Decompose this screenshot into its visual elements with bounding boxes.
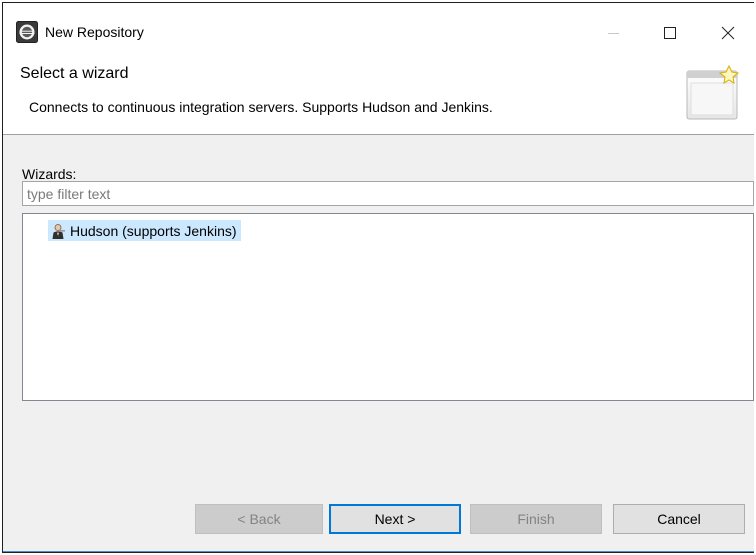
filter-input[interactable] [22, 181, 754, 206]
tree-item-label: Hudson (supports Jenkins) [70, 222, 237, 239]
wizard-banner-icon [686, 64, 740, 120]
hudson-butler-icon [52, 223, 65, 239]
next-button[interactable]: Next > [329, 504, 461, 534]
tree-item-hudson[interactable]: Hudson (supports Jenkins) [48, 220, 241, 241]
new-repository-dialog: New Repository Select a wizard Connects … [2, 2, 754, 553]
window-bottom-border [3, 551, 754, 552]
close-icon [721, 26, 735, 40]
maximize-icon [664, 27, 676, 39]
minimize-button[interactable] [591, 13, 637, 53]
eclipse-app-icon [16, 21, 38, 43]
wizards-label: Wizards: [22, 166, 77, 182]
page-description: Connects to continuous integration serve… [29, 99, 493, 115]
cancel-button[interactable]: Cancel [613, 504, 745, 534]
close-button[interactable] [705, 13, 751, 53]
wizard-banner: Select a wizard Connects to continuous i… [3, 58, 754, 135]
page-title: Select a wizard [20, 65, 129, 82]
back-button[interactable]: < Back [195, 504, 323, 534]
title-bar[interactable]: New Repository [3, 3, 754, 58]
minimize-icon [608, 33, 619, 34]
window-title: New Repository [45, 24, 144, 40]
wizard-tree[interactable]: Hudson (supports Jenkins) [22, 213, 754, 401]
maximize-button[interactable] [647, 13, 693, 53]
finish-button[interactable]: Finish [470, 504, 602, 534]
